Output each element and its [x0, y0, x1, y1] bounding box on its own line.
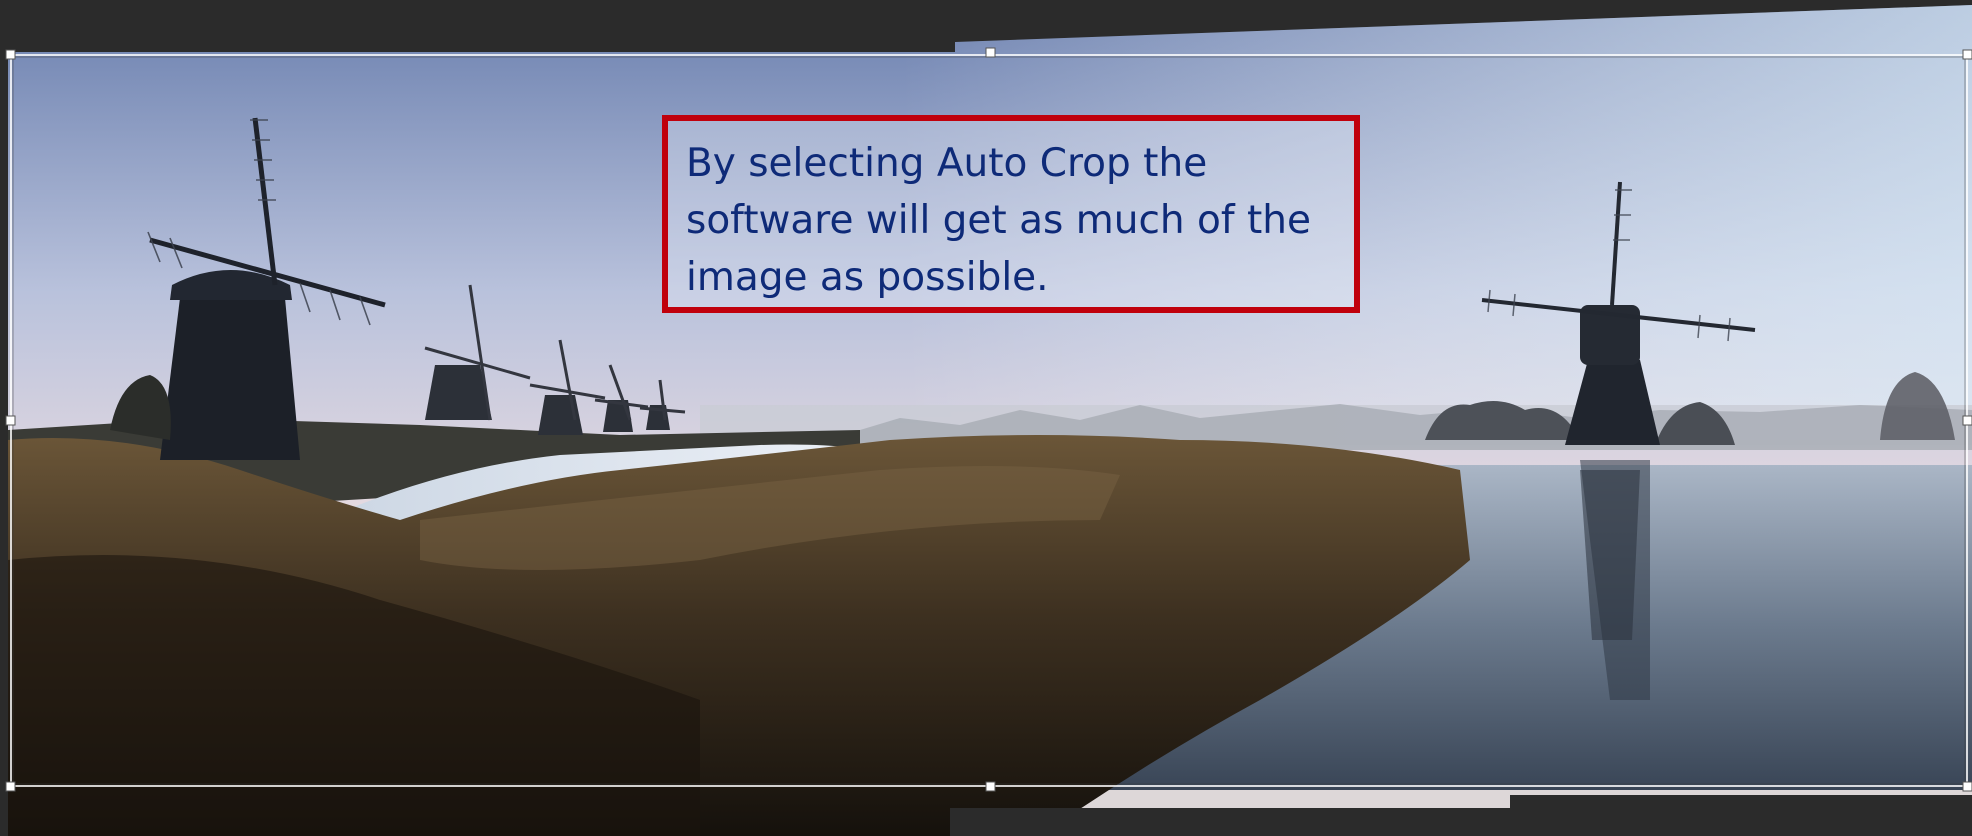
crop-handle-top-middle[interactable]: [985, 47, 996, 58]
crop-handle-middle-left[interactable]: [5, 415, 16, 426]
auto-crop-callout: By selecting Auto Crop the software will…: [662, 115, 1360, 313]
crop-handle-bottom-middle[interactable]: [985, 781, 996, 792]
crop-handle-bottom-right[interactable]: [1962, 781, 1972, 792]
crop-handle-middle-right[interactable]: [1962, 415, 1972, 426]
crop-handle-top-left[interactable]: [5, 49, 16, 60]
crop-handle-top-right[interactable]: [1962, 49, 1972, 60]
crop-handle-bottom-left[interactable]: [5, 781, 16, 792]
